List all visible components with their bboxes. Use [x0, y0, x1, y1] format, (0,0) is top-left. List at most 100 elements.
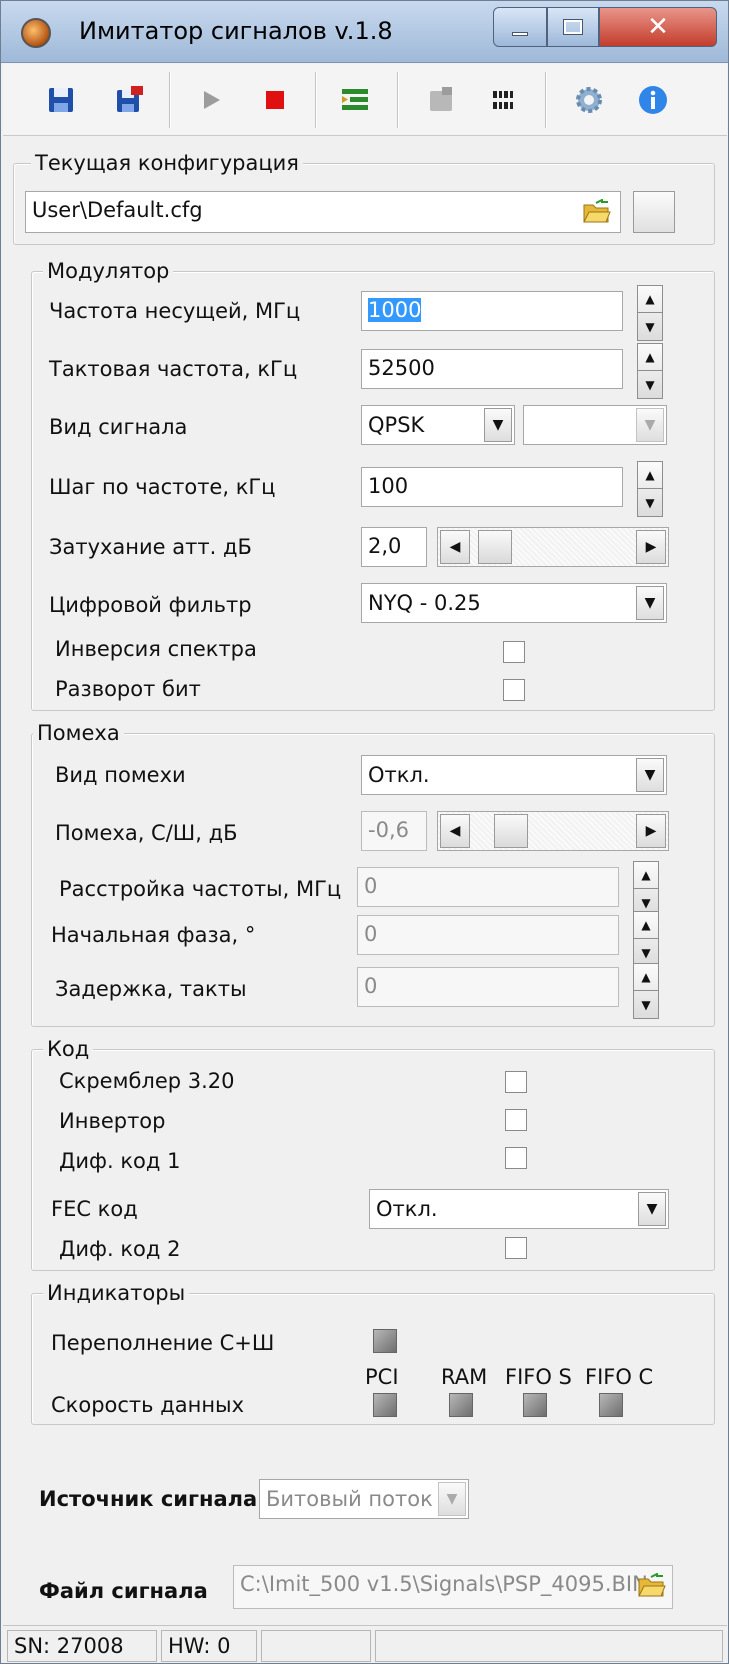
noise-snr-value: -0,6 — [368, 818, 409, 842]
initial-phase-input[interactable]: 0 — [357, 915, 619, 955]
chevron-down-icon[interactable]: ▼ — [638, 1192, 666, 1226]
spin-up-icon[interactable]: ▲ — [634, 862, 658, 889]
signal-file-field[interactable]: C:\Imit_500 v1.5\Signals\PSP_4095.BIN — [233, 1565, 673, 1609]
noise-group-title: Помеха — [33, 721, 124, 745]
stop-icon — [266, 91, 284, 109]
chevron-down-icon[interactable]: ▼ — [636, 408, 664, 442]
toolbar — [3, 64, 727, 136]
noise-type-label: Вид помехи — [55, 763, 186, 787]
config-extra-button[interactable] — [633, 191, 675, 233]
device-icon — [430, 87, 452, 111]
spin-down-icon[interactable]: ▼ — [634, 991, 658, 1018]
status-hardware: HW: 0 — [161, 1630, 257, 1662]
noise-type-select[interactable]: Откл. ▼ — [361, 755, 667, 795]
detune-spinner[interactable]: ▲ ▼ — [633, 861, 659, 917]
fec-code-value: Откл. — [376, 1197, 438, 1221]
chevron-down-icon[interactable]: ▼ — [636, 586, 664, 620]
attenuation-input[interactable]: 2,0 — [361, 527, 427, 567]
save-as-button[interactable] — [107, 78, 151, 122]
title-bar[interactable]: Имитатор сигналов v.1.8 ✕ — [1, 1, 728, 63]
spin-down-icon[interactable]: ▼ — [638, 489, 662, 516]
minimize-button[interactable] — [493, 7, 547, 47]
attenuation-label: Затухание атт. дБ — [49, 535, 252, 559]
diff-code-1-label: Диф. код 1 — [59, 1149, 181, 1173]
maximize-button[interactable] — [547, 7, 599, 47]
diff-code-2-checkbox[interactable] — [505, 1237, 527, 1259]
code-group-title: Код — [43, 1037, 94, 1061]
chevron-right-icon[interactable]: ▶ — [636, 530, 666, 564]
chevron-right-icon[interactable]: ▶ — [636, 814, 666, 848]
spin-down-icon[interactable]: ▼ — [634, 939, 658, 966]
spin-up-icon[interactable]: ▲ — [638, 344, 662, 371]
noise-type-value: Откл. — [368, 763, 430, 787]
grid-button[interactable] — [481, 78, 525, 122]
play-button[interactable] — [189, 78, 233, 122]
spin-up-icon[interactable]: ▲ — [634, 964, 658, 991]
config-group-title: Текущая конфигурация — [31, 151, 303, 175]
spin-down-icon[interactable]: ▼ — [638, 313, 662, 340]
signal-type-value: QPSK — [368, 413, 425, 437]
carrier-freq-spinner[interactable]: ▲ ▼ — [637, 285, 663, 341]
signal-source-select[interactable]: Битовый поток ▼ — [259, 1479, 469, 1519]
close-button[interactable]: ✕ — [599, 7, 717, 47]
scrambler-checkbox[interactable] — [505, 1071, 527, 1093]
diff-code-1-checkbox[interactable] — [505, 1147, 527, 1169]
inverter-label: Инвертор — [59, 1109, 166, 1133]
digital-filter-select[interactable]: NYQ - 0.25 ▼ — [361, 583, 667, 623]
config-file-field[interactable]: User\Default.cfg — [25, 191, 621, 233]
signal-subtype-select[interactable]: ▼ — [523, 405, 667, 445]
fec-code-select[interactable]: Откл. ▼ — [369, 1189, 669, 1229]
delay-spinner[interactable]: ▲ ▼ — [633, 963, 659, 1019]
bit-reverse-label: Разворот бит — [55, 677, 201, 701]
scrambler-label: Скремблер 3.20 — [59, 1069, 235, 1093]
initial-phase-spinner[interactable]: ▲ ▼ — [633, 911, 659, 967]
spin-up-icon[interactable]: ▲ — [638, 286, 662, 313]
noise-snr-slider[interactable]: ◀ ▶ — [437, 811, 669, 851]
save-icon — [49, 88, 73, 112]
device-button[interactable] — [419, 78, 463, 122]
gear-button[interactable] — [567, 78, 611, 122]
freq-step-input[interactable]: 100 — [361, 467, 623, 507]
open-config-button[interactable] — [579, 195, 615, 229]
chevron-left-icon[interactable]: ◀ — [440, 530, 470, 564]
bit-reverse-checkbox[interactable] — [503, 679, 525, 701]
delay-input[interactable]: 0 — [357, 967, 619, 1007]
signal-type-select[interactable]: QPSK ▼ — [361, 405, 515, 445]
settings-list-button[interactable] — [333, 78, 377, 122]
status-pane-empty-1 — [261, 1630, 371, 1662]
clock-freq-input[interactable]: 52500 — [361, 349, 623, 389]
fifo-c-indicator — [599, 1393, 623, 1417]
app-icon — [21, 18, 51, 48]
freq-step-label: Шаг по частоте, кГц — [49, 475, 276, 499]
play-icon — [204, 91, 220, 109]
signal-file-value: C:\Imit_500 v1.5\Signals\PSP_4095.BIN — [240, 1572, 648, 1596]
chevron-down-icon[interactable]: ▼ — [636, 758, 664, 792]
folder-open-icon — [583, 199, 611, 223]
noise-snr-label: Помеха, С/Ш, дБ — [55, 821, 238, 845]
save-button[interactable] — [39, 78, 83, 122]
spin-down-icon[interactable]: ▼ — [638, 371, 662, 398]
attenuation-value: 2,0 — [368, 534, 402, 558]
spectrum-inversion-checkbox[interactable] — [503, 641, 525, 663]
settings-list-icon — [342, 89, 368, 110]
detune-input[interactable]: 0 — [357, 867, 619, 907]
inverter-checkbox[interactable] — [505, 1109, 527, 1131]
carrier-freq-input[interactable]: 1000 — [361, 291, 623, 331]
attenuation-slider[interactable]: ◀ ▶ — [437, 527, 669, 567]
stop-button[interactable] — [253, 78, 297, 122]
clock-freq-spinner[interactable]: ▲ ▼ — [637, 343, 663, 399]
attenuation-slider-thumb[interactable] — [478, 530, 512, 564]
delay-value: 0 — [364, 974, 378, 998]
chevron-down-icon[interactable]: ▼ — [438, 1482, 466, 1516]
noise-snr-input[interactable]: -0,6 — [361, 811, 427, 851]
open-signal-file-button[interactable] — [635, 1569, 669, 1603]
chevron-left-icon[interactable]: ◀ — [440, 814, 470, 848]
ram-indicator — [449, 1393, 473, 1417]
chevron-down-icon[interactable]: ▼ — [484, 408, 512, 442]
freq-step-spinner[interactable]: ▲ ▼ — [637, 461, 663, 517]
save-as-icon — [117, 86, 143, 112]
spin-up-icon[interactable]: ▲ — [638, 462, 662, 489]
noise-snr-slider-thumb[interactable] — [494, 814, 528, 848]
info-button[interactable] — [631, 78, 675, 122]
spin-up-icon[interactable]: ▲ — [634, 912, 658, 939]
